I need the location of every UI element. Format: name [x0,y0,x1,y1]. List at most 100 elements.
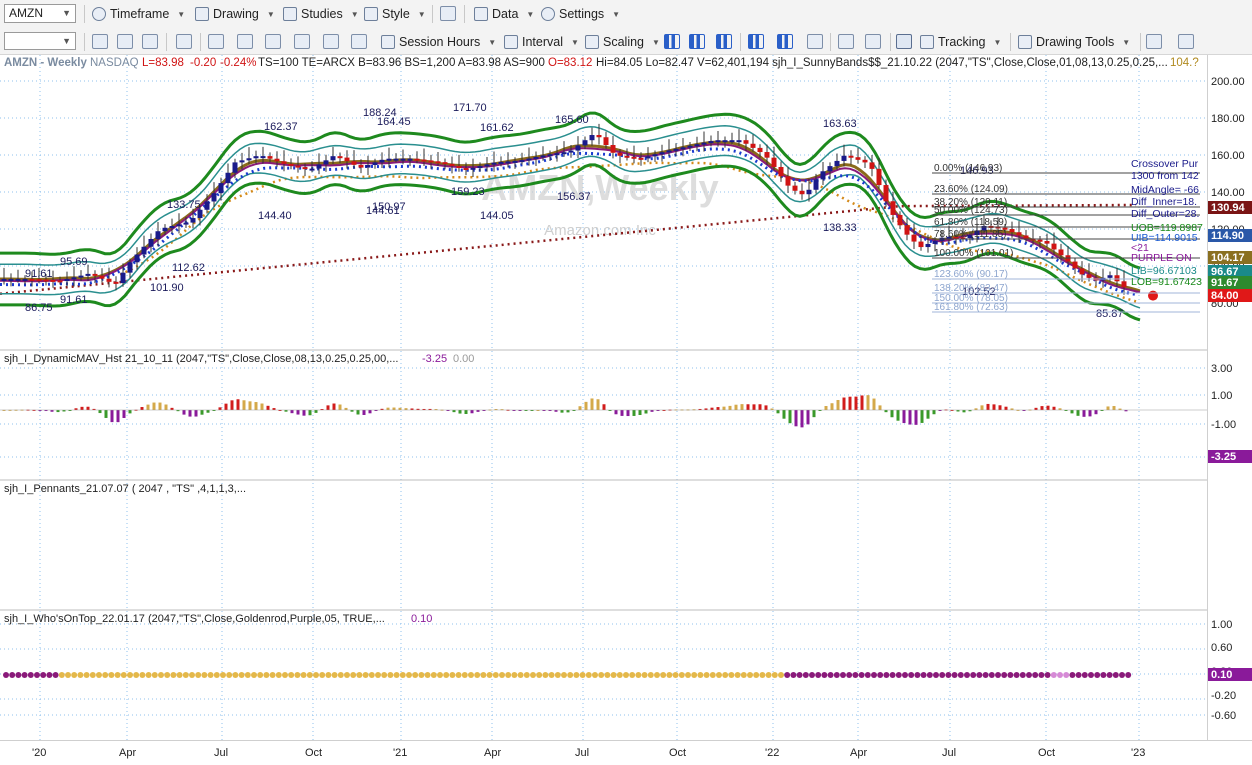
copy-icon[interactable] [142,34,158,49]
candle-body [799,190,805,195]
trend-icon[interactable] [265,34,281,49]
symbol-input[interactable]: AMZN ▼ [4,4,76,23]
whos-on-top-dot [474,672,481,678]
studies-button[interactable]: Studies ▼ [283,4,359,24]
histogram-bar [974,408,978,410]
whos-on-top-dot [319,672,326,678]
histogram-bar [872,398,876,410]
whos-on-top-dot [362,672,369,678]
drawing-tools-button[interactable]: Drawing Tools ▼ [1018,32,1130,52]
refresh-icon[interactable] [92,34,108,49]
tracking-button[interactable]: Tracking ▼ [920,32,1001,52]
pane2-value: -3.25 [422,353,447,365]
candle-body [253,156,259,159]
whos-on-top-dot [158,672,164,678]
zoom-out-icon[interactable] [865,34,881,49]
gauge-icon[interactable] [1178,34,1194,49]
whos-on-top-dot [393,672,400,678]
drawing-label: Drawing [213,7,259,21]
interval-label: Interval [522,35,563,49]
candle-body [281,161,287,164]
whos-on-top-dot [871,672,877,678]
candle-body [890,201,896,215]
chart-plot-area[interactable]: AMZN,Weekly Amazon.com Inc 91.61 86.75 95.… [0,55,1207,740]
whos-on-top-dot [585,672,592,678]
time-axis[interactable]: '20 Apr Jul Oct '21 Apr Jul Oct '22 Apr Jul Oct '23 [0,740,1252,765]
chart-type-icon[interactable] [294,34,310,49]
bars-ohlc-icon[interactable] [777,34,793,49]
candle-body [337,156,343,159]
candle-body [204,201,210,210]
refresh-all-icon[interactable] [117,34,133,49]
price-value-label: 144.05 [480,210,514,222]
candle-body [722,140,728,143]
tracking-icon [920,35,934,49]
scaling-button[interactable]: Scaling ▼ [585,32,660,52]
session-icon [381,35,395,49]
whos-on-top-dot [1013,672,1020,678]
change-percent: -0.24% [220,57,256,69]
x-tick-label: Oct [305,747,322,759]
x-tick-label: '23 [1131,747,1145,759]
pencil-icon [195,7,209,21]
histogram-bar [932,410,936,415]
histogram-bar [596,399,600,410]
whos-on-top-dot [331,672,338,678]
zoom-icon[interactable] [176,34,192,49]
whos-on-top-dot [691,672,698,678]
histogram-bar [398,407,402,410]
style-button[interactable]: Style ▼ [364,4,426,24]
bold-icon[interactable] [351,34,367,49]
candle-chart-icon[interactable] [689,34,705,49]
candle-hollow-icon[interactable] [716,34,732,49]
whos-on-top-dot [945,672,952,678]
layout-icon[interactable] [440,6,456,21]
candle-body [57,280,63,283]
histogram-bar [962,410,966,413]
candle-body [757,147,763,153]
candle-body [400,158,406,161]
session-hours-button[interactable]: Session Hours ▼ [381,32,496,52]
divider [84,33,85,51]
exchange-label: NASDAQ [90,57,139,69]
whos-on-top-dot [1088,672,1094,678]
change-value: -0.20 [190,57,216,69]
data-button[interactable]: Data ▼ [474,4,534,24]
histogram-bar [734,404,738,410]
interval-button[interactable]: Interval ▼ [504,32,579,52]
histogram-bar [236,399,240,410]
candle-body [778,166,784,177]
candle-body [736,140,742,143]
whos-on-top-dot [933,672,939,678]
price-value-label: 165.60 [555,114,589,126]
histogram-bar [854,396,858,410]
table-icon[interactable] [896,34,912,49]
info-text: PURPLE ON [1131,252,1192,264]
histogram-bar [812,410,816,418]
bar-chart-icon[interactable] [664,34,680,49]
price-axis[interactable]: 200.00180.00160.00140.00120.00100.0080.0… [1207,55,1252,740]
split-icon[interactable] [323,34,339,49]
chevron-down-icon[interactable]: ▼ [62,33,71,49]
drawing-button[interactable]: Drawing ▼ [195,4,275,24]
candle-body [673,148,679,151]
bars-tick-icon[interactable] [748,34,764,49]
interval-input[interactable]: ▼ [4,32,76,50]
histogram-bar [452,410,456,413]
grid-icon[interactable] [807,34,823,49]
candle-body [316,164,322,169]
timeframe-button[interactable]: Timeframe ▼ [92,4,185,24]
candle-body [526,158,532,161]
histogram-bar [290,410,294,414]
image-icon[interactable] [237,34,253,49]
zoom-in-icon[interactable] [838,34,854,49]
divider [890,33,891,51]
histogram-bar [992,404,996,410]
histogram-bar [980,405,984,410]
whos-on-top-dot [418,672,425,678]
chevron-down-icon[interactable]: ▼ [62,5,71,22]
clock-icon[interactable] [208,34,224,49]
candle-body [470,167,476,170]
line-chart-icon[interactable] [1146,34,1162,49]
settings-button[interactable]: Settings ▼ [541,4,620,24]
